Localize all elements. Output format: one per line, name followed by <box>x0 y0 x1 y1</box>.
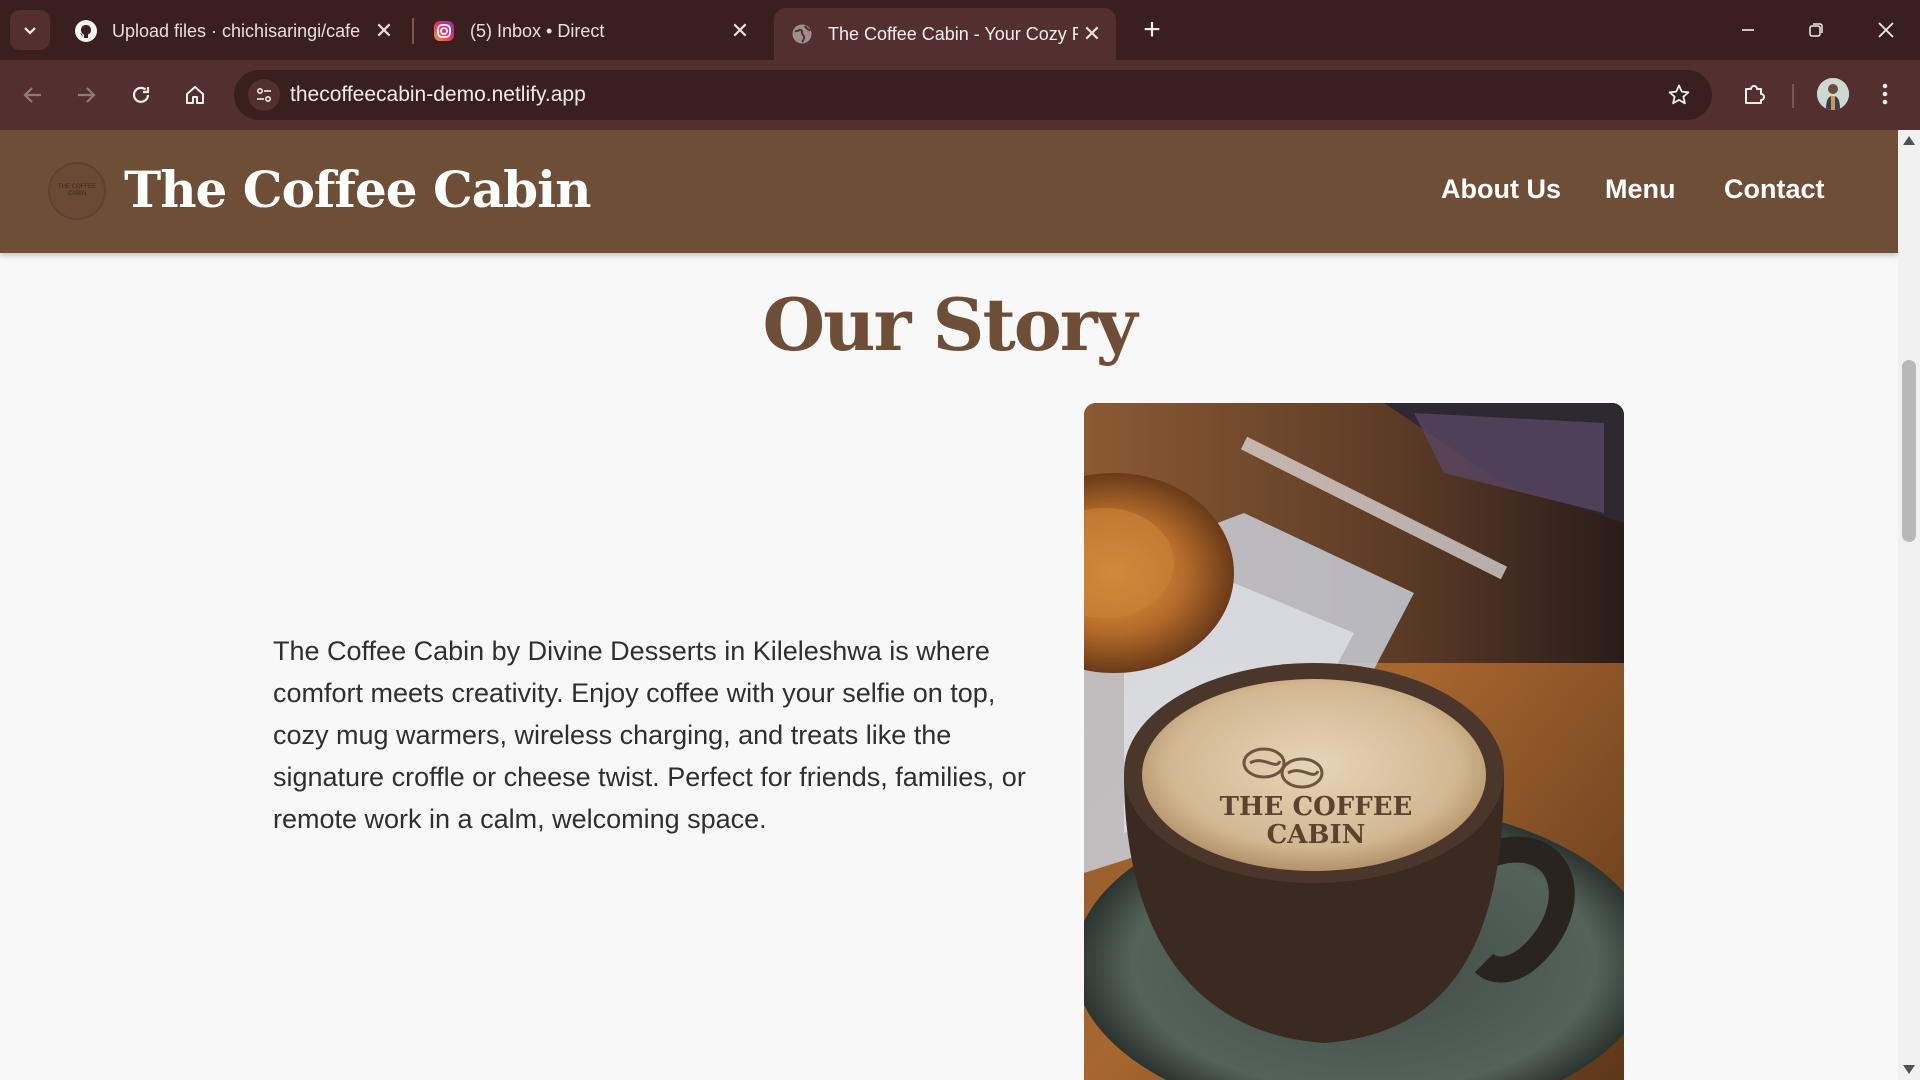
close-tab-icon[interactable]: ✕ <box>1078 20 1106 48</box>
minimize-icon <box>1742 29 1754 31</box>
reload-icon <box>132 86 150 103</box>
arrow-right-icon <box>78 87 96 103</box>
avatar-icon <box>1817 78 1849 110</box>
chevron-down-icon <box>24 27 36 35</box>
story-paragraph: The Coffee Cabin by Divine Desserts in K… <box>273 636 1026 834</box>
star-icon <box>1668 84 1690 105</box>
address-bar[interactable]: thecoffeecabin-demo.netlify.app <box>234 70 1712 120</box>
arrow-left-icon <box>23 87 41 103</box>
page-viewport: THE COFFEE CABIN The Coffee Cabin About … <box>0 130 1898 1080</box>
tab-title: Upload files · chichisaringi/cafe <box>112 20 361 41</box>
site-info-button[interactable] <box>248 79 280 111</box>
tab-divider <box>412 18 414 44</box>
close-window-button[interactable] <box>1858 8 1914 52</box>
page-scrollbar[interactable] <box>1898 130 1920 1080</box>
toolbar-divider <box>1792 84 1794 108</box>
scroll-up-arrow-icon[interactable] <box>1903 136 1915 145</box>
github-icon <box>74 19 98 43</box>
browser-menu-button[interactable] <box>1870 74 1900 114</box>
globe-icon <box>790 22 814 46</box>
minimize-button[interactable] <box>1720 8 1776 52</box>
bookmark-button[interactable] <box>1664 80 1694 110</box>
nav-link-about-us[interactable]: About Us <box>1441 174 1561 205</box>
nav-link-contact[interactable]: Contact <box>1724 174 1825 205</box>
more-vertical-icon <box>1882 83 1888 105</box>
tune-icon <box>256 87 272 103</box>
close-icon <box>1878 22 1894 38</box>
restore-button[interactable] <box>1788 8 1844 52</box>
coffee-cup-image: THE COFFEE CABIN <box>1084 403 1624 1080</box>
puzzle-icon <box>1745 85 1765 104</box>
tab-search-button[interactable] <box>10 10 50 50</box>
close-tab-icon[interactable]: ✕ <box>370 17 398 45</box>
logo-text: THE COFFEE CABIN <box>57 184 96 197</box>
reload-button[interactable] <box>120 74 162 116</box>
tab-coffee-cabin[interactable]: The Coffee Cabin - Your Cozy R ✕ <box>774 8 1116 60</box>
forward-button[interactable] <box>65 74 107 116</box>
instagram-icon <box>432 19 456 43</box>
tab-github[interactable]: Upload files · chichisaringi/cafe ✕ <box>58 8 408 54</box>
tab-title: The Coffee Cabin - Your Cozy R <box>828 23 1078 44</box>
browser-tab-strip: Upload files · chichisaringi/cafe ✕ (5) … <box>0 0 1920 60</box>
site-title[interactable]: The Coffee Cabin <box>124 160 591 219</box>
scrollbar-thumb[interactable] <box>1902 360 1916 542</box>
close-tab-icon[interactable]: ✕ <box>726 17 754 45</box>
restore-icon <box>1809 23 1823 37</box>
section-heading: Our Story <box>762 282 1137 367</box>
nav-link-menu[interactable]: Menu <box>1605 174 1676 205</box>
cup-text-line2: CABIN <box>1267 820 1366 850</box>
profile-avatar[interactable] <box>1817 78 1849 110</box>
url-text: thecoffeecabin-demo.netlify.app <box>290 83 586 106</box>
story-coffee-image: THE COFFEE CABIN <box>1084 403 1624 1080</box>
new-tab-button[interactable]: + <box>1134 12 1170 48</box>
extensions-button[interactable] <box>1734 74 1774 114</box>
back-button[interactable] <box>12 74 54 116</box>
scroll-down-arrow-icon[interactable] <box>1903 1065 1915 1074</box>
tab-title: (5) Inbox • Direct <box>470 20 605 41</box>
home-icon <box>186 86 204 104</box>
browser-toolbar: thecoffeecabin-demo.netlify.app <box>0 60 1920 130</box>
cup-text-line1: THE COFFEE <box>1220 792 1413 822</box>
home-button[interactable] <box>174 74 216 116</box>
site-logo[interactable]: THE COFFEE CABIN <box>48 162 106 220</box>
site-header: THE COFFEE CABIN The Coffee Cabin About … <box>0 130 1898 253</box>
tab-instagram[interactable]: (5) Inbox • Direct ✕ <box>416 8 764 54</box>
